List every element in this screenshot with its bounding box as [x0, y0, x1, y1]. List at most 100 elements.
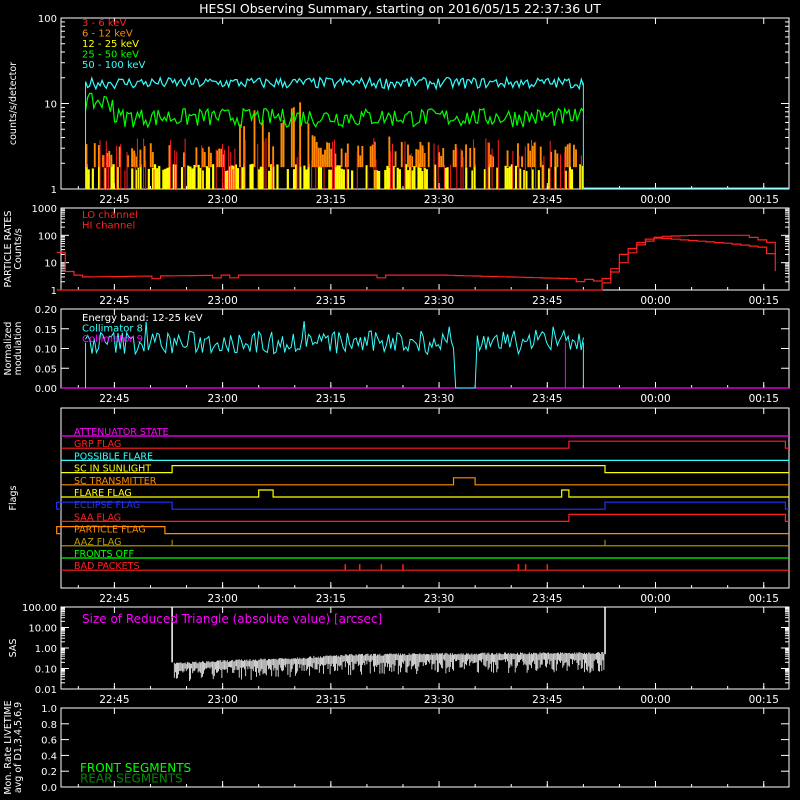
bar-12-25-kev [378, 171, 381, 189]
bar-12-25-kev [319, 167, 323, 189]
y-tick-label: 100 [38, 231, 57, 242]
bar-6-12-kev [568, 143, 571, 168]
time-tick-label: 23:15 [316, 393, 346, 405]
y-tick-label: 0.6 [41, 736, 57, 747]
bar-12-25-kev [508, 166, 511, 189]
legend-entry: HI channel [82, 221, 135, 232]
y-tick-label: 0.2 [41, 767, 57, 778]
y-tick-label: 0.10 [35, 665, 57, 676]
flag-label: SC TRANSMITTER [74, 476, 157, 487]
bar-12-25-kev [207, 167, 211, 189]
bar-12-25-kev [162, 169, 165, 189]
time-tick-label: 23:15 [316, 694, 346, 706]
bar-6-12-kev [452, 149, 455, 168]
flag-label: PARTICLE FLAG [74, 525, 146, 536]
bar-12-25-kev [292, 169, 296, 189]
bar-6-12-kev [307, 123, 310, 168]
summary-title: HESSI Observing Summary, starting on 201… [199, 1, 601, 16]
bar-6-12-kev [465, 144, 468, 168]
bar-12-25-kev [303, 165, 306, 189]
bar-6-12-kev [324, 149, 326, 168]
bar-12-25-kev [193, 165, 196, 189]
bar-6-12-kev [361, 145, 364, 168]
sas-annotation: Size of Reduced Triangle (absolute value… [82, 612, 382, 626]
bar-12-25-kev [212, 164, 215, 189]
bar-12-25-kev [328, 169, 331, 189]
y-tick-label: 0.10 [35, 345, 57, 356]
bar-12-25-kev [305, 169, 308, 189]
bar-12-25-kev [268, 170, 271, 189]
bar-6-12-kev [203, 152, 206, 168]
bar-6-12-kev [506, 150, 509, 168]
bar-12-25-kev [398, 169, 401, 189]
bar-12-25-kev [286, 169, 289, 189]
bar-6-12-kev [359, 155, 362, 168]
bar-6-12-kev [419, 141, 422, 168]
bar-6-12-kev [280, 123, 283, 168]
y-tick-label: 0.8 [41, 720, 57, 731]
y-tick-label: 1.00 [35, 644, 57, 655]
legend-entry: Collimator 8 [82, 324, 143, 335]
time-tick-label: 23:45 [532, 194, 562, 206]
bar-6-12-kev [319, 147, 322, 168]
bar-6-12-kev [328, 142, 331, 168]
flag-label: SAA FLAG [74, 512, 121, 523]
time-tick-label: 23:00 [207, 694, 237, 706]
y-tick-label: 1000 [32, 204, 57, 215]
bar-6-12-kev [394, 151, 397, 168]
bar-6-12-kev [149, 143, 152, 168]
bar-12-25-kev [156, 168, 159, 189]
bar-12-25-kev [419, 167, 422, 189]
bar-12-25-kev [396, 167, 399, 189]
time-tick-label: 00:15 [749, 295, 779, 307]
flag-label: GRP FLAG [74, 439, 121, 450]
bar-12-25-kev [342, 169, 345, 189]
bar-12-25-kev [189, 166, 192, 189]
bar-12-25-kev [197, 164, 200, 189]
y-tick-label: 10.00 [28, 624, 57, 635]
bar-6-12-kev [440, 155, 443, 168]
time-tick-label: 23:30 [424, 393, 454, 405]
time-tick-label: 00:00 [640, 694, 670, 706]
legend-entry: 6 - 12 keV [82, 29, 133, 40]
legend-entry: Collimator 9 [82, 334, 143, 345]
bar-6-12-kev [400, 142, 403, 168]
bar-12-25-kev [504, 165, 507, 189]
bar-12-25-kev [317, 166, 321, 189]
legend-entry: Energy band: 12-25 keV [82, 313, 203, 324]
flag-label: ECLIPSE FLAG [74, 500, 140, 511]
flag-label: ATTENUATOR STATE [74, 427, 169, 438]
bar-6-12-kev [554, 149, 557, 168]
bar-12-25-kev [180, 167, 184, 189]
bar-6-12-kev [469, 147, 472, 168]
bar-6-12-kev [407, 144, 409, 168]
bar-6-12-kev [556, 153, 559, 168]
bar-6-12-kev [427, 142, 430, 168]
y-axis-label: Counts/s [13, 228, 24, 269]
bar-6-12-kev [369, 146, 372, 168]
bar-6-12-kev [340, 148, 343, 168]
bar-12-25-kev [384, 169, 387, 189]
bar-12-25-kev [537, 170, 540, 189]
bar-6-12-kev [93, 143, 96, 168]
bar-12-25-kev [407, 170, 410, 189]
y-axis-label: modulation [13, 322, 24, 376]
bar-12-25-kev [205, 166, 209, 189]
flag-label: FLARE FLAG [74, 488, 132, 499]
time-tick-label: 23:45 [532, 593, 562, 605]
bar-6-12-kev [326, 142, 329, 168]
bar-6-12-kev [131, 148, 134, 168]
bar-6-12-kev [575, 149, 577, 168]
time-tick-label: 23:15 [316, 194, 346, 206]
bar-12-25-kev [425, 169, 428, 189]
y-tick-label: 0.20 [35, 305, 57, 316]
time-tick-label: 23:00 [207, 194, 237, 206]
bar-6-12-kev [195, 147, 198, 168]
legend-entry: LO channel [82, 210, 138, 221]
time-tick-label: 23:15 [316, 593, 346, 605]
bar-12-25-kev [417, 163, 420, 189]
bar-6-12-kev [151, 152, 154, 168]
y-axis-label: counts/s/detector [8, 62, 19, 145]
bar-12-25-kev [514, 165, 518, 189]
bar-12-25-kev [87, 169, 90, 189]
